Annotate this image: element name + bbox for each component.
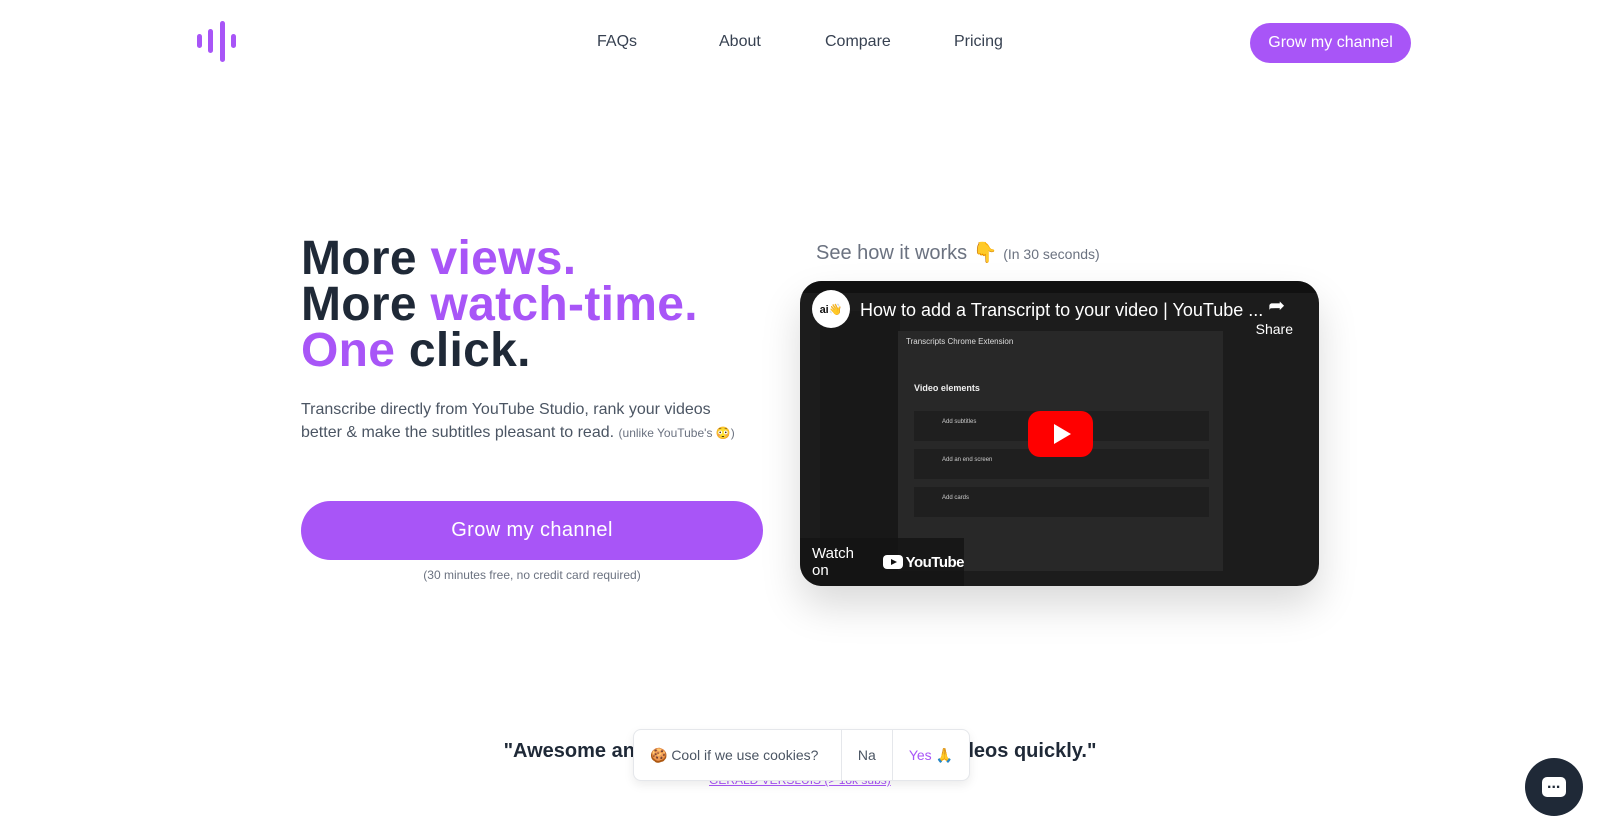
duration-note: (In 30 seconds) xyxy=(1003,246,1100,262)
watch-on-label: Watch on xyxy=(812,545,854,579)
chat-icon xyxy=(1542,775,1566,797)
nav-faqs[interactable]: FAQs xyxy=(597,33,637,51)
youtube-embed[interactable]: Transcripts Chrome Extension Video eleme… xyxy=(800,281,1319,586)
cta-note: (30 minutes free, no credit card require… xyxy=(423,568,641,582)
how-heading-text: See how it works 👇 xyxy=(816,242,998,264)
grow-channel-hero-button[interactable]: Grow my channel xyxy=(301,501,763,560)
nav-compare[interactable]: Compare xyxy=(825,33,891,51)
hero-subtitle: Transcribe directly from YouTube Studio,… xyxy=(301,398,751,445)
watch-on-youtube-button[interactable]: Watch on YouTube xyxy=(800,538,965,586)
dialog-title: Transcripts Chrome Extension xyxy=(906,337,1014,346)
cookie-message: 🍪 Cool if we use cookies? xyxy=(650,746,819,763)
dialog-section: Video elements xyxy=(914,383,980,393)
play-button[interactable] xyxy=(1028,411,1093,457)
share-button[interactable]: Share xyxy=(1256,321,1293,337)
headline-accent: One xyxy=(301,324,396,377)
youtube-play-icon xyxy=(882,555,903,569)
chat-widget-button[interactable] xyxy=(1525,758,1583,816)
video-menubar xyxy=(800,281,1319,293)
youtube-logo: YouTube xyxy=(882,553,965,571)
nav-pricing[interactable]: Pricing xyxy=(954,33,1003,51)
grow-channel-header-button[interactable]: Grow my channel xyxy=(1250,23,1411,63)
dialog-row: Add cards xyxy=(914,487,1209,517)
subtitle-aside: (unlike YouTube's 😳) xyxy=(618,426,735,440)
hero-headline: More views. More watch-time. One click. xyxy=(301,235,698,377)
logo-icon[interactable] xyxy=(197,21,241,63)
cookie-banner: 🍪 Cool if we use cookies? Na Yes 🙏 xyxy=(633,729,970,781)
cookie-accept-button[interactable]: Yes 🙏 xyxy=(891,730,969,780)
cookie-decline-button[interactable]: Na xyxy=(840,730,892,780)
channel-avatar[interactable]: ai👋 xyxy=(812,290,850,328)
nav-about[interactable]: About xyxy=(719,33,761,51)
headline-text: click. xyxy=(395,324,531,377)
how-it-works-heading: See how it works 👇 (In 30 seconds) xyxy=(816,240,1100,265)
share-icon[interactable]: ➦ xyxy=(1268,293,1285,318)
youtube-wordmark: YouTube xyxy=(905,553,965,571)
video-title[interactable]: How to add a Transcript to your video | … xyxy=(860,300,1263,321)
